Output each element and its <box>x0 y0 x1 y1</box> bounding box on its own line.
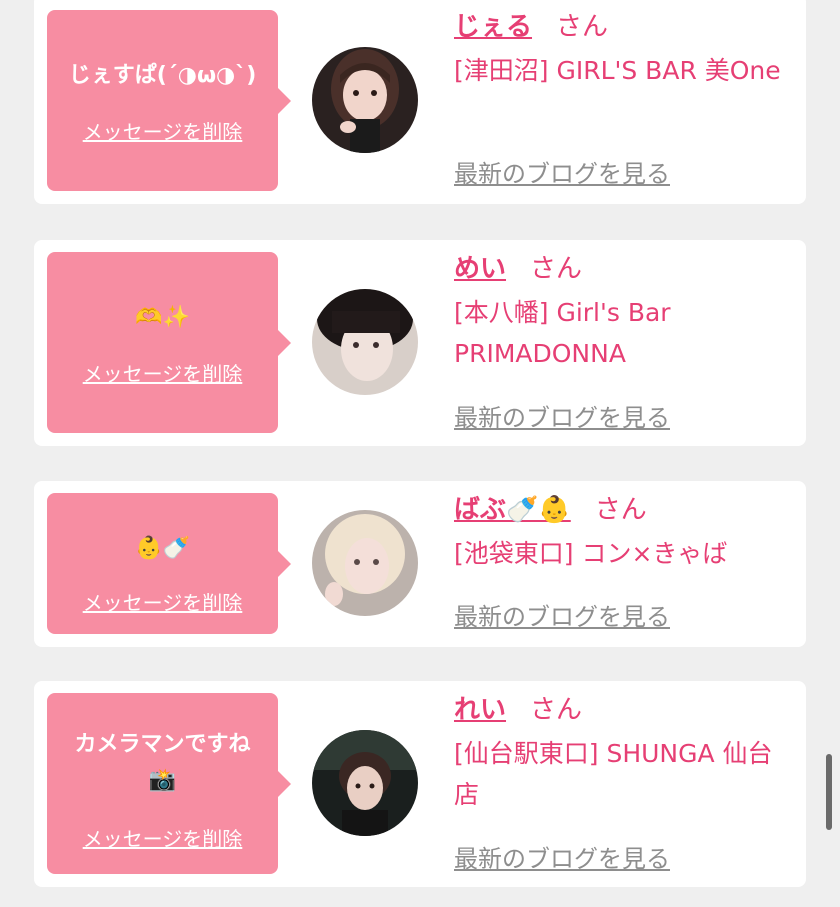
shop-name: [本八幡] Girl's Bar PRIMADONNA <box>454 298 671 368</box>
name-line: めい さん <box>454 252 786 286</box>
message-bubble: 👶🍼 メッセージを削除 <box>47 493 291 634</box>
cast-info: れい さん [仙台駅東口] SHUNGA 仙台店 最新のブログを見る <box>454 693 786 883</box>
avatar[interactable] <box>312 730 418 836</box>
shop-name: [津田沼] GIRL'S BAR 美One <box>454 56 781 85</box>
honorific: さん <box>530 254 583 284</box>
latest-blog-link[interactable]: 最新のブログを見る <box>454 398 670 433</box>
cast-name-link[interactable]: ばぶ🍼👶 <box>454 495 571 525</box>
name-line: じぇる さん <box>454 10 786 44</box>
latest-blog-link[interactable]: 最新のブログを見る <box>454 597 670 632</box>
favorite-card: じぇすぱ(´◑ω◑`) メッセージを削除 じぇる さん [津田沼] GIRL'S … <box>34 0 806 204</box>
latest-blog-link[interactable]: 最新のブログを見る <box>454 154 670 189</box>
message-bubble: じぇすぱ(´◑ω◑`) メッセージを削除 <box>47 10 291 191</box>
cast-info: じぇる さん [津田沼] GIRL'S BAR 美One 最新のブログを見る <box>454 10 786 200</box>
scrollbar[interactable] <box>826 754 832 830</box>
camera-flash-emoji: 📸 <box>148 768 177 793</box>
delete-message-link[interactable]: メッセージを削除 <box>47 587 278 616</box>
favorite-card: 🫶✨ メッセージを削除 めい さん [本八幡] Girl's Bar PRIMAD… <box>34 240 806 446</box>
cast-name-link[interactable]: れい <box>454 695 506 725</box>
delete-message-link[interactable]: メッセージを削除 <box>47 358 278 387</box>
honorific: さん <box>556 12 609 42</box>
message-text-line1: カメラマンですね <box>74 732 251 757</box>
cast-info: ばぶ🍼👶 さん [池袋東口] コン×きゃば 最新のブログを見る <box>454 493 786 643</box>
honorific: さん <box>530 695 583 725</box>
message-text: 🫶✨ <box>135 305 190 330</box>
message-text: 👶🍼 <box>135 536 190 561</box>
cast-name-link[interactable]: めい <box>454 254 506 284</box>
cast-info: めい さん [本八幡] Girl's Bar PRIMADONNA 最新のブログを… <box>454 252 786 442</box>
message-bubble: 🫶✨ メッセージを削除 <box>47 252 291 433</box>
latest-blog-link[interactable]: 最新のブログを見る <box>454 839 670 874</box>
delete-message-link[interactable]: メッセージを削除 <box>47 823 278 852</box>
shop-name: [仙台駅東口] SHUNGA 仙台店 <box>454 739 773 809</box>
name-line: れい さん <box>454 693 786 727</box>
shop-name: [池袋東口] コン×きゃば <box>454 539 728 568</box>
avatar[interactable] <box>312 289 418 395</box>
favorite-card: カメラマンですね 📸 メッセージを削除 れい さん [仙台駅東口] SHUNGA … <box>34 681 806 887</box>
delete-message-link[interactable]: メッセージを削除 <box>47 116 278 145</box>
message-bubble: カメラマンですね 📸 メッセージを削除 <box>47 693 291 874</box>
cast-name-link[interactable]: じぇる <box>454 12 532 42</box>
honorific: さん <box>594 495 647 525</box>
favorite-card: 👶🍼 メッセージを削除 ばぶ🍼👶 さん [池袋東口] コン×きゃば 最新のブログを… <box>34 481 806 647</box>
name-line: ばぶ🍼👶 さん <box>454 493 786 527</box>
avatar[interactable] <box>312 47 418 153</box>
message-text: じぇすぱ(´◑ω◑`) <box>68 63 257 88</box>
avatar[interactable] <box>312 510 418 616</box>
